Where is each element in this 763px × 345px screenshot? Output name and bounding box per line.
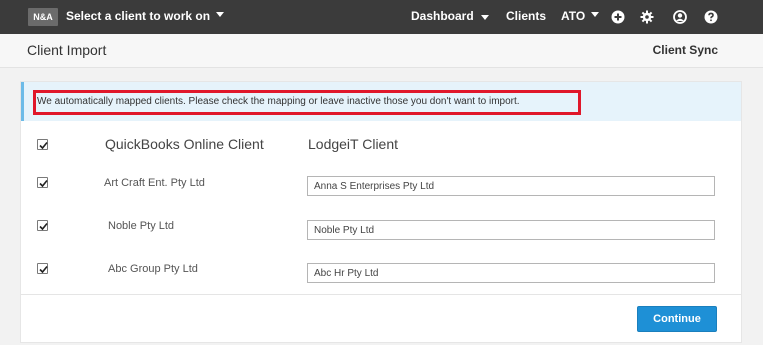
qbo-column-header: QuickBooks Online Client	[105, 136, 264, 152]
chevron-down-icon	[216, 12, 225, 18]
lodgeit-client-field[interactable]	[307, 176, 715, 196]
user-icon[interactable]	[673, 10, 687, 24]
client-import-card: We automatically mapped clients. Please …	[20, 81, 742, 343]
nav-dashboard[interactable]: Dashboard	[411, 9, 474, 23]
row-checkbox[interactable]	[37, 263, 48, 274]
nav-ato[interactable]: ATO	[561, 9, 600, 23]
lodgeit-client-field[interactable]	[307, 263, 715, 283]
client-selector[interactable]: Select a client to work on	[66, 9, 225, 23]
highlight-annotation	[33, 90, 581, 115]
brand-logo[interactable]: N&A	[28, 8, 58, 26]
checkmark-icon	[39, 141, 48, 150]
help-icon[interactable]	[704, 10, 718, 24]
checkmark-icon	[39, 265, 48, 274]
footer-divider	[21, 294, 741, 295]
lodgeit-column-header: LodgeiT Client	[308, 136, 399, 152]
qbo-client-name: Abc Group Pty Ltd	[108, 263, 198, 275]
info-banner: We automatically mapped clients. Please …	[21, 82, 741, 121]
ato-dropdown-icon	[591, 12, 600, 18]
page-title: Client Import	[27, 42, 107, 58]
qbo-client-name: Noble Pty Ltd	[108, 220, 175, 232]
lodgeit-client-field[interactable]	[307, 220, 715, 240]
qbo-client-name: Art Craft Ent. Pty Ltd	[104, 177, 205, 189]
row-checkbox[interactable]	[37, 220, 48, 231]
client-sync-link[interactable]: Client Sync	[653, 43, 718, 57]
client-selector-label: Select a client to work on	[66, 9, 211, 23]
checkmark-icon	[39, 179, 48, 188]
checkmark-icon	[39, 222, 48, 231]
top-nav-bar: N&A Select a client to work on Dashboard…	[0, 0, 763, 34]
page-header: Client Import Client Sync	[0, 34, 763, 68]
nav-ato-label: ATO	[561, 9, 586, 23]
row-checkbox[interactable]	[37, 177, 48, 188]
continue-button[interactable]: Continue	[637, 306, 717, 332]
dashboard-dropdown-icon[interactable]	[481, 15, 489, 20]
plus-circle-icon[interactable]	[611, 10, 625, 24]
select-all-checkbox[interactable]	[37, 139, 48, 150]
gear-icon[interactable]	[640, 10, 654, 24]
nav-clients[interactable]: Clients	[506, 9, 546, 23]
